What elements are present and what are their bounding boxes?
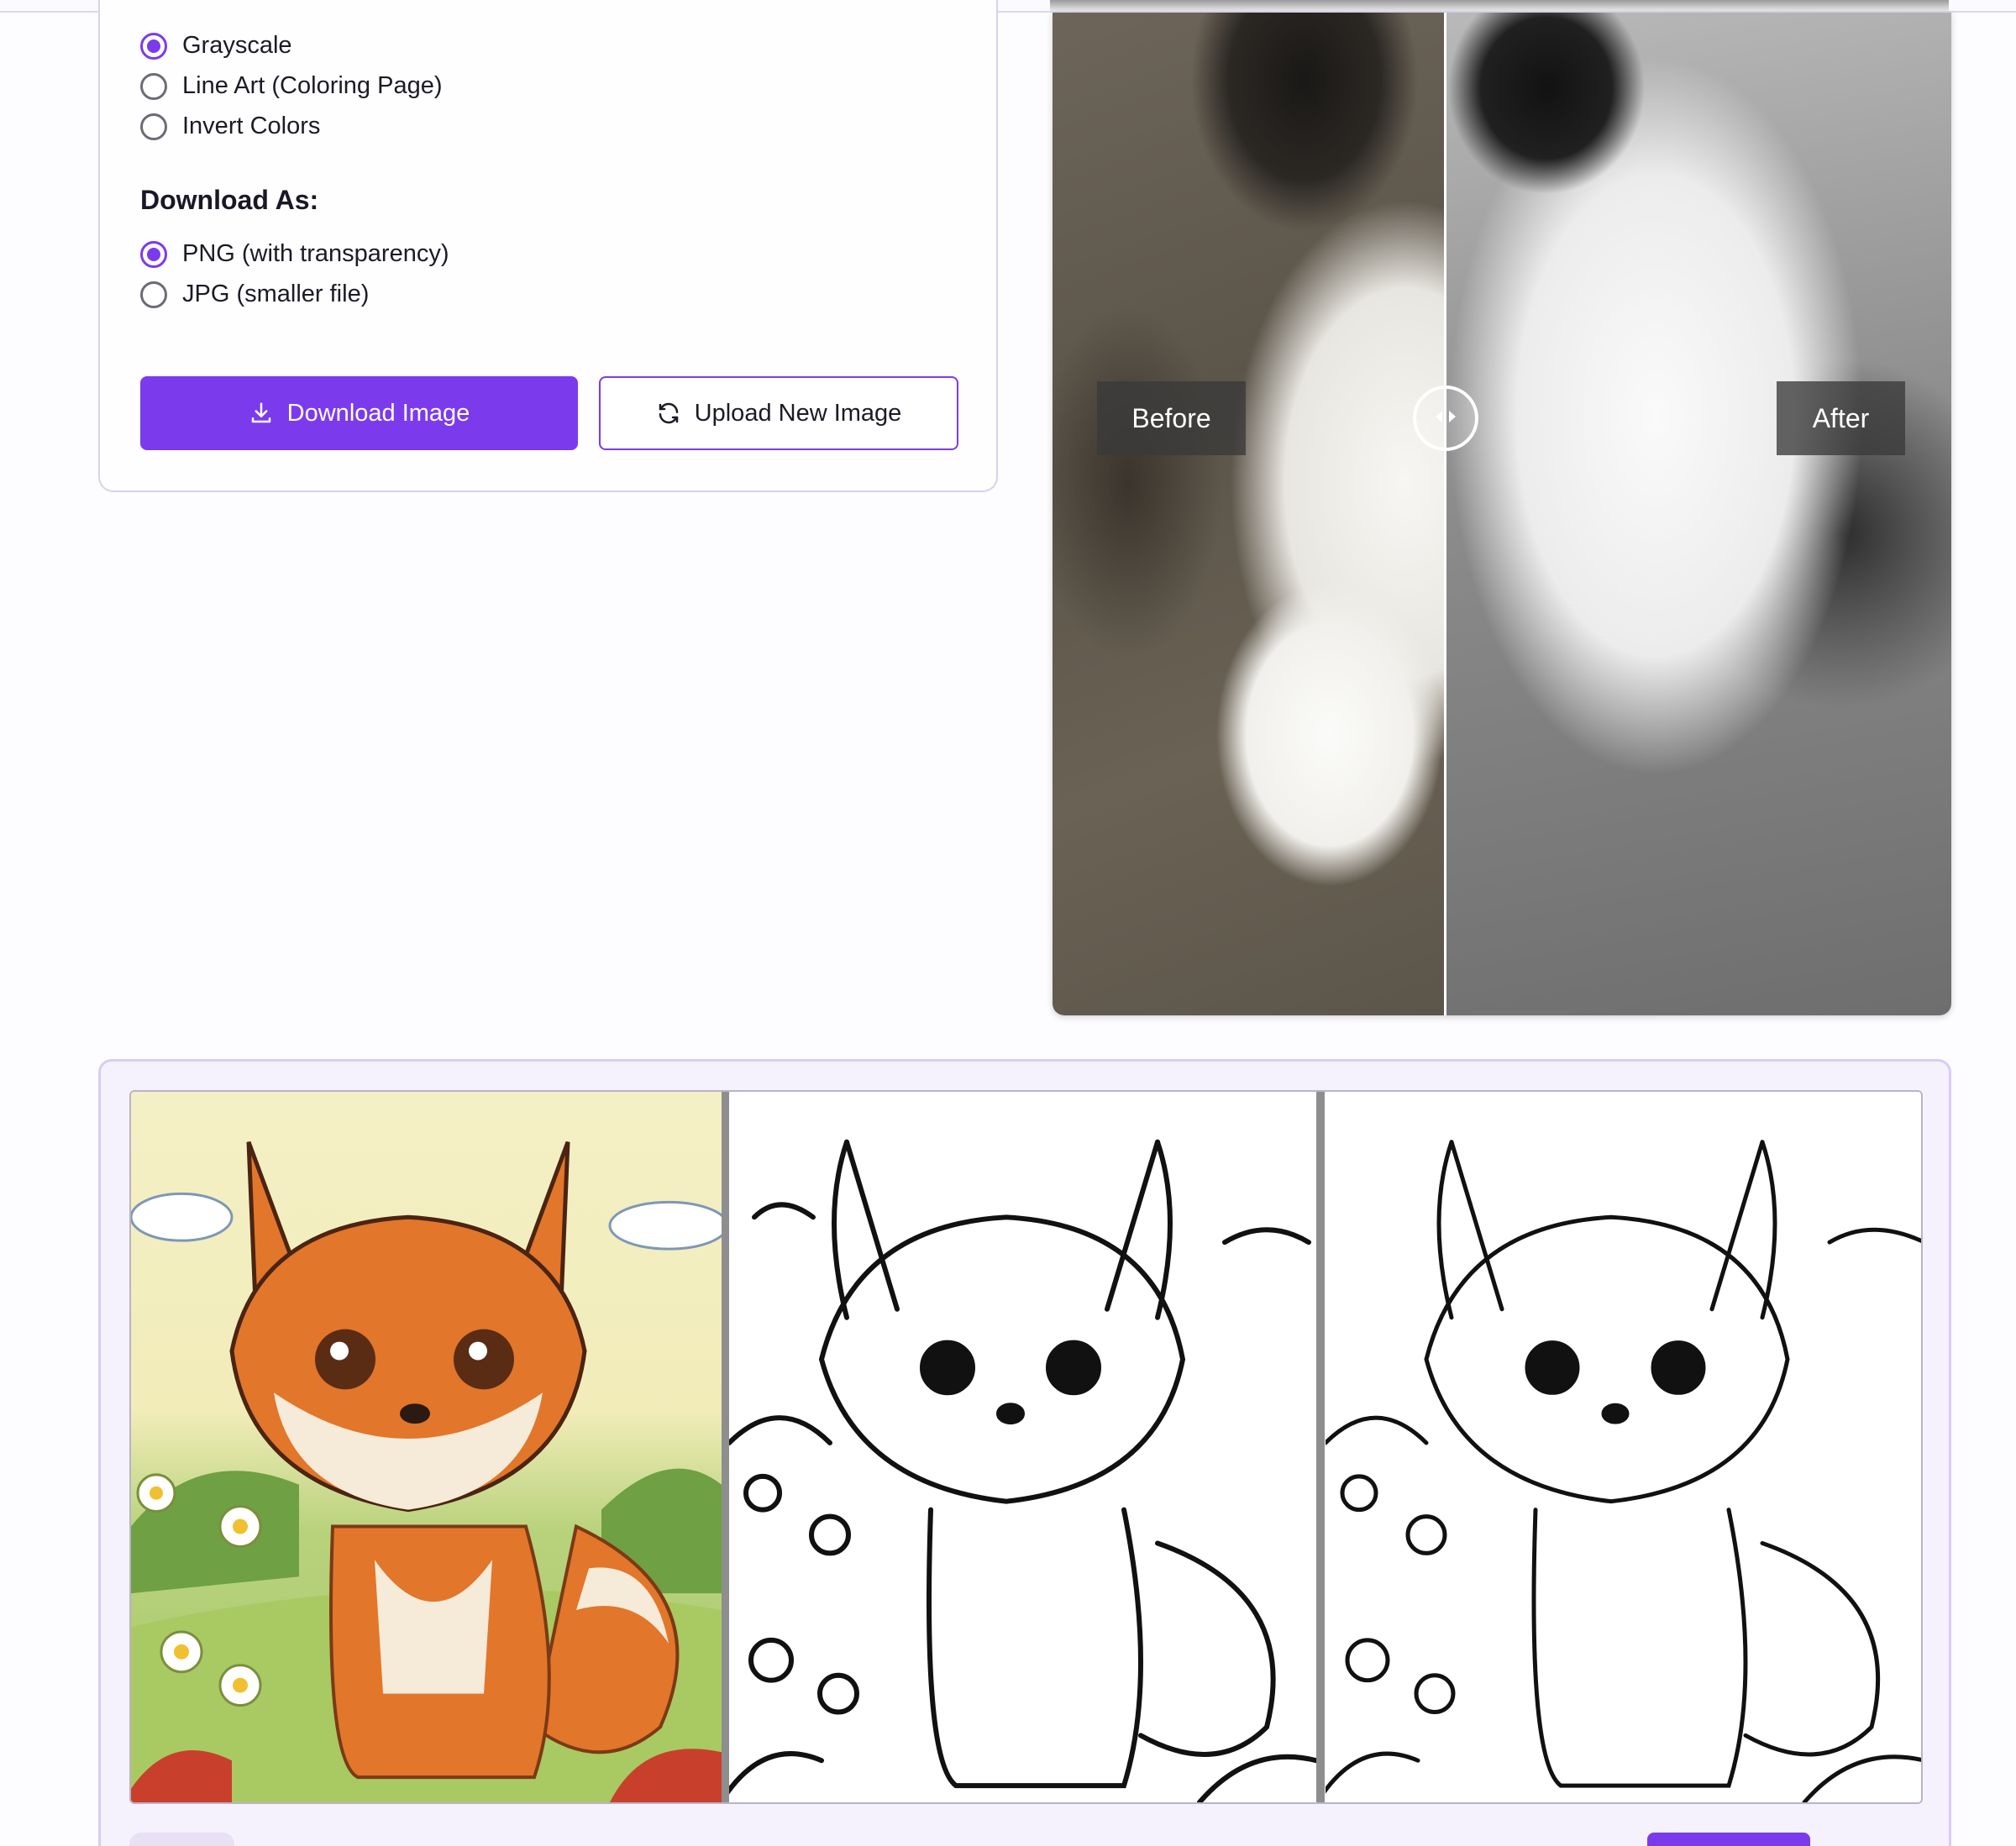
comparison-divider[interactable]: [1444, 13, 1446, 1015]
radio-button[interactable]: [140, 72, 167, 100]
radio-label: JPG (smaller file): [182, 281, 370, 307]
download-image-button[interactable]: Download Image: [140, 376, 578, 450]
radio-label: Line Art (Coloring Page): [182, 72, 443, 99]
download-image-label: Download Image: [286, 399, 470, 427]
tile-separator: [1316, 1092, 1325, 1802]
download-as-heading: Download As:: [140, 185, 319, 215]
after-label: After: [1777, 381, 1905, 455]
upload-new-image-button[interactable]: Upload New Image: [599, 376, 958, 450]
radio-grayscale[interactable]: Grayscale: [140, 32, 292, 60]
chevron-left-right-icon: [1431, 408, 1460, 429]
radio-line-art[interactable]: Line Art (Coloring Page): [140, 72, 443, 100]
gallery-footer: [129, 1833, 1923, 1846]
radio-button[interactable]: [140, 281, 167, 308]
radio-button-checked[interactable]: [140, 240, 167, 268]
options-card: Grayscale Line Art (Coloring Page) Inver…: [98, 0, 998, 492]
gallery-image-strip: [129, 1090, 1923, 1804]
radio-jpg[interactable]: JPG (smaller file): [140, 281, 369, 308]
comparison-slider-handle[interactable]: [1413, 385, 1478, 451]
viewer-top-shadow: [1050, 0, 1949, 11]
radio-invert-colors[interactable]: Invert Colors: [140, 113, 320, 140]
radio-label: PNG (with transparency): [182, 240, 449, 267]
radio-label: Invert Colors: [182, 113, 321, 139]
line-art-fox-1: [729, 1092, 1316, 1802]
examples-gallery: [98, 1059, 1951, 1846]
upload-new-image-label: Upload New Image: [694, 399, 902, 427]
before-after-viewer[interactable]: Before After: [1053, 13, 1951, 1015]
before-label: Before: [1097, 381, 1246, 455]
before-image: [1053, 13, 1446, 1015]
download-icon: [249, 401, 274, 426]
radio-button-checked[interactable]: [140, 32, 167, 60]
line-art-fox-2: [1326, 1092, 1921, 1802]
radio-label: Grayscale: [182, 32, 292, 59]
color-fox-illustration: [131, 1092, 722, 1802]
footer-tag: [129, 1833, 234, 1846]
radio-button[interactable]: [140, 113, 167, 140]
radio-png[interactable]: PNG (with transparency): [140, 240, 449, 268]
after-image: [1446, 13, 1951, 1015]
refresh-icon: [656, 401, 681, 426]
footer-action-button[interactable]: [1647, 1833, 1810, 1846]
